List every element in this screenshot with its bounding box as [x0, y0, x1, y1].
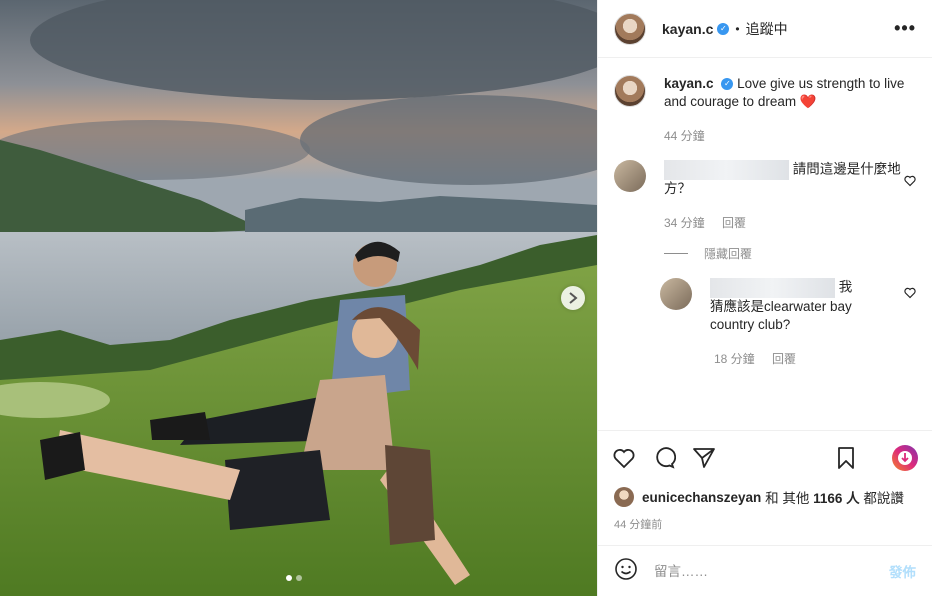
liker-avatar[interactable]	[614, 487, 634, 507]
caption-avatar[interactable]	[614, 75, 646, 107]
separator-dot: •	[735, 21, 740, 36]
post-modal: kayan.c ✓ • 追蹤中 ••• kayan.c ✓ Love give …	[0, 0, 932, 596]
reply-time[interactable]: 18 分鐘	[714, 352, 755, 366]
carousel-indicator	[286, 575, 302, 581]
commenter-name-blurred[interactable]	[664, 160, 789, 180]
author-avatar[interactable]	[614, 12, 646, 45]
likes-count[interactable]: 1166 人	[813, 487, 860, 507]
heart-emoji-icon: ❤️	[799, 94, 817, 109]
hide-replies-button[interactable]: 隱藏回覆	[664, 245, 916, 262]
add-comment-bar: 發佈	[598, 545, 932, 596]
liker-username[interactable]: eunicechanszeyan	[642, 490, 761, 505]
download-icon[interactable]	[892, 445, 918, 471]
caption-time[interactable]: 44 分鐘	[664, 129, 705, 143]
follow-status-button[interactable]: 追蹤中	[746, 19, 788, 39]
reply-text-block: 我猜應該是clearwater bay country club?	[710, 278, 860, 334]
comment-meta: 34 分鐘 回覆	[664, 214, 916, 231]
hide-replies-label: 隱藏回覆	[704, 247, 753, 261]
heart-icon[interactable]	[612, 446, 636, 470]
comment-reply-button[interactable]: 回覆	[722, 216, 746, 230]
hide-replies-line	[664, 253, 688, 254]
next-arrow-icon	[569, 292, 578, 304]
post-photo[interactable]	[0, 0, 597, 596]
verified-icon: ✓	[717, 22, 730, 35]
reply-item: 我猜應該是clearwater bay country club?	[660, 278, 916, 334]
caption-text-block: kayan.c ✓ Love give us strength to live …	[664, 75, 914, 111]
replier-name-blurred[interactable]	[710, 278, 835, 298]
reply-reply-button[interactable]: 回覆	[772, 352, 796, 366]
post-side-panel: kayan.c ✓ • 追蹤中 ••• kayan.c ✓ Love give …	[597, 0, 932, 596]
photo-scene	[0, 0, 597, 596]
carousel-dot-active	[286, 575, 292, 581]
replier-avatar-blurred[interactable]	[660, 278, 692, 310]
reply-like-icon[interactable]	[904, 286, 916, 304]
post-comment-button[interactable]: 發佈	[889, 561, 916, 581]
action-bar	[598, 430, 932, 485]
likes-summary: eunicechanszeyan 和 其他 1166 人 都說讚	[614, 487, 904, 507]
caption-author[interactable]: kayan.c	[664, 76, 714, 91]
posted-time[interactable]: 44 分鐘前	[614, 516, 662, 532]
emoji-icon[interactable]	[614, 557, 638, 586]
comment-input[interactable]	[654, 563, 889, 579]
save-icon[interactable]	[834, 446, 858, 470]
comment-like-icon[interactable]	[904, 174, 916, 192]
likes-suffix: 都說讚	[863, 491, 904, 506]
caption: kayan.c ✓ Love give us strength to live …	[614, 75, 916, 111]
more-icon[interactable]: •••	[894, 18, 916, 39]
comments-list[interactable]: kayan.c ✓ Love give us strength to live …	[598, 59, 932, 429]
share-icon[interactable]	[692, 446, 716, 470]
caption-meta: 44 分鐘	[664, 127, 916, 144]
comment-text-block: 請問這邊是什麼地方？	[664, 160, 904, 198]
comment-time[interactable]: 34 分鐘	[664, 216, 705, 230]
next-photo-button[interactable]	[561, 286, 585, 310]
reply-meta: 18 分鐘 回覆	[714, 350, 916, 367]
comment-icon[interactable]	[652, 446, 676, 470]
comment-item: 請問這邊是什麼地方？	[614, 160, 916, 198]
author-username[interactable]: kayan.c	[662, 21, 713, 37]
commenter-avatar-blurred[interactable]	[614, 160, 646, 192]
likes-connector: 和 其他	[765, 491, 810, 506]
post-header: kayan.c ✓ • 追蹤中 •••	[598, 0, 932, 58]
carousel-dot	[296, 575, 302, 581]
verified-icon: ✓	[721, 78, 734, 91]
